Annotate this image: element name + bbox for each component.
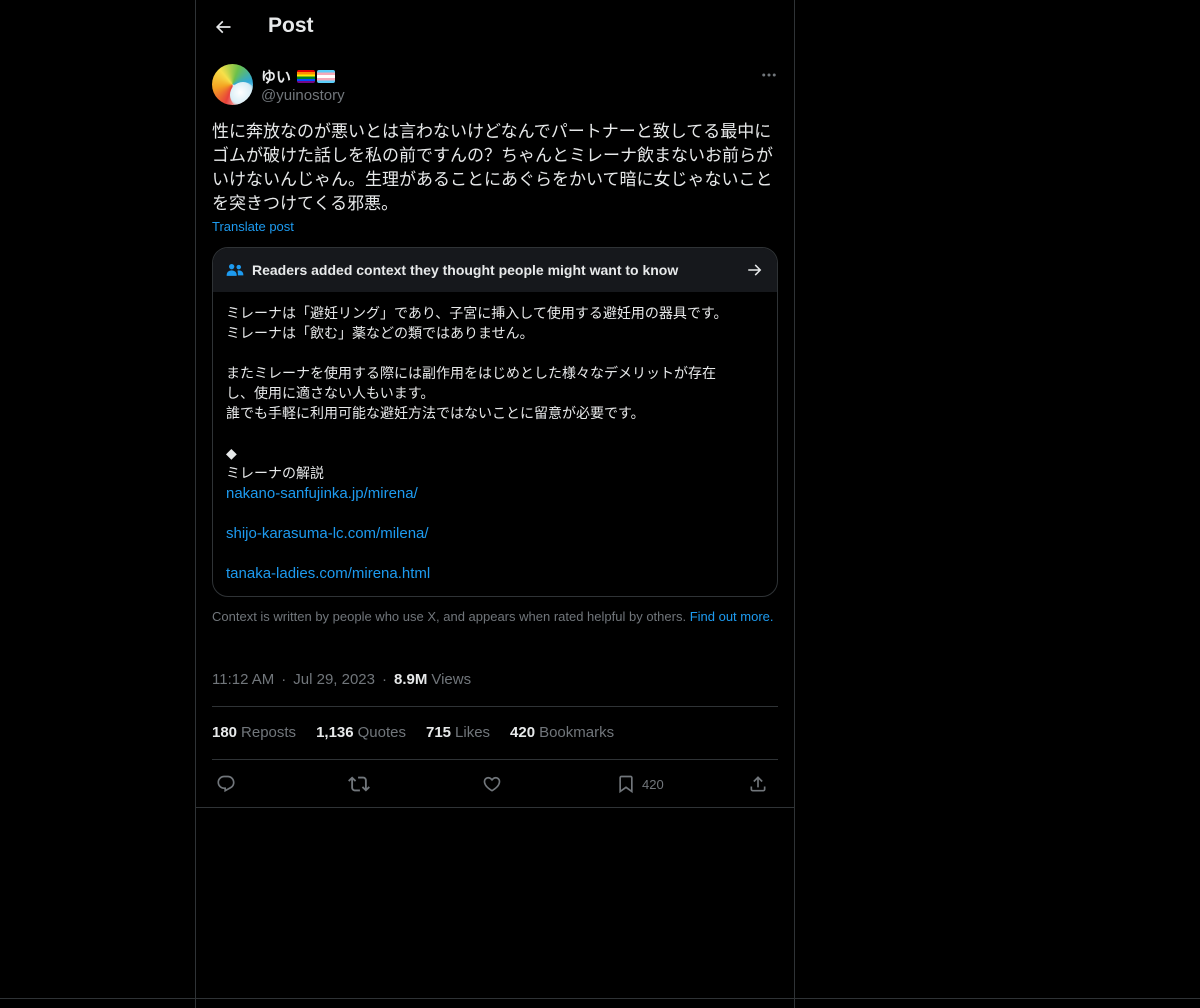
note-line: し、使用に適さない人もいます。	[226, 386, 435, 402]
page-title: Post	[268, 14, 314, 37]
quotes-stat[interactable]: 1,136 Quotes	[316, 724, 406, 741]
post-column: Post ゆい @yuinostory 性に奔放なのが悪いとは言わないけどなんで…	[195, 0, 795, 1008]
repost-button[interactable]	[348, 770, 370, 798]
rainbow-flag-icon	[297, 70, 316, 83]
translate-post-link[interactable]: Translate post	[212, 219, 294, 234]
bookmark-button[interactable]: 420	[616, 770, 664, 798]
post-date[interactable]: Jul 29, 2023	[293, 671, 375, 688]
note-line	[226, 424, 771, 444]
bookmark-count: 420	[642, 776, 664, 792]
divider	[212, 759, 778, 760]
more-options-button[interactable]	[756, 64, 782, 86]
note-link[interactable]: shijo-karasuma-lc.com/milena/	[226, 524, 771, 544]
community-note: Readers added context they thought peopl…	[212, 247, 778, 597]
community-note-body: ミレーナは「避妊リング」であり、子宮に挿入して使用する避妊用の器具です。 ミレー…	[226, 304, 771, 584]
post-bottom-border	[196, 807, 795, 808]
likes-stat[interactable]: 715 Likes	[426, 724, 490, 741]
bookmark-icon	[616, 774, 636, 794]
find-out-more-link[interactable]: Find out more.	[690, 609, 774, 624]
note-line: ミレーナは「避妊リング」であり、子宮に挿入して使用する避妊用の器具です。	[226, 306, 728, 322]
note-line: またミレーナを使用する際には副作用をはじめとした様々なデメリットが存在	[226, 366, 716, 382]
bookmarks-stat[interactable]: 420 Bookmarks	[510, 724, 614, 741]
transgender-flag-icon	[317, 70, 336, 83]
context-disclaimer-text: Context is written by people who use X, …	[212, 609, 687, 624]
note-link[interactable]: nakano-sanfujinka.jp/mirena/	[226, 484, 771, 504]
arrow-right-icon[interactable]	[745, 260, 765, 280]
note-line: ◆	[226, 446, 237, 462]
post-stats: 180 Reposts 1,136 Quotes 715 Likes 420 Bookm…	[212, 724, 634, 741]
back-button[interactable]	[206, 10, 240, 44]
views-count: 8.9M	[394, 671, 428, 688]
like-button[interactable]	[482, 770, 502, 798]
post-meta: 11:12 AM · Jul 29, 2023 · 8.9M Views	[212, 671, 472, 688]
views-label: Views	[431, 671, 472, 688]
community-note-header[interactable]: Readers added context they thought peopl…	[213, 248, 777, 292]
post-text: 性に奔放なのが悪いとは言わないけどなんでパートナーと致してる最中にゴムが破けた話…	[212, 122, 773, 214]
post-time[interactable]: 11:12 AM	[212, 671, 274, 688]
author-handle[interactable]: @yuinostory	[261, 87, 345, 104]
share-button[interactable]	[748, 770, 768, 798]
note-line: 誰でも手軽に利用可能な避妊方法ではないことに留意が必要です。	[226, 406, 645, 422]
post-actions: 420	[212, 770, 778, 798]
reposts-stat[interactable]: 180 Reposts	[212, 724, 296, 741]
reply-button[interactable]	[216, 770, 236, 798]
context-disclaimer: Context is written by people who use X, …	[212, 609, 778, 625]
share-icon	[748, 774, 768, 794]
ellipsis-icon	[760, 66, 778, 84]
repost-icon	[348, 773, 370, 795]
avatar[interactable]	[212, 64, 253, 105]
community-note-title: Readers added context they thought peopl…	[252, 262, 679, 278]
reply-icon	[216, 774, 236, 794]
author-display-name[interactable]: ゆい	[261, 66, 291, 87]
page-header: Post	[196, 0, 794, 54]
note-link[interactable]: tanaka-ladies.com/mirena.html	[226, 564, 771, 584]
note-line: ミレーナの解説	[226, 466, 324, 482]
note-line: ミレーナは「飲む」薬などの類ではありません。	[226, 326, 534, 342]
heart-icon	[482, 774, 502, 794]
divider	[212, 706, 778, 707]
bottom-divider	[0, 998, 1200, 999]
people-icon	[225, 260, 245, 280]
author-name-row[interactable]: ゆい	[261, 66, 336, 87]
arrow-left-icon	[213, 17, 233, 37]
note-line	[226, 344, 771, 364]
